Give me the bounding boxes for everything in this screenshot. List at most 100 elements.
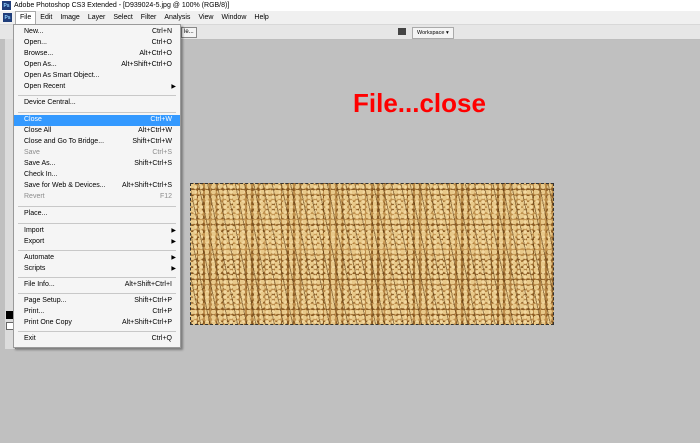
submenu-arrow-icon: ▶ [171,228,176,234]
menu-item-open-recent[interactable]: Open Recent ▶ [14,82,180,93]
menu-item-label: Import [24,227,44,234]
menu-item-label: File Info... [24,281,55,288]
menu-item-open-as[interactable]: Open As... Alt+Shift+Ctrl+O [14,60,180,71]
menu-item-shortcut: Alt+Ctrl+O [139,50,172,57]
menu-separator [18,95,176,96]
menu-item-shortcut: Shift+Ctrl+S [134,160,172,167]
menu-help[interactable]: Help [250,11,272,24]
menu-item-automate[interactable]: Automate ▶ [14,253,180,264]
photoshop-logo-icon: Ps [2,1,11,10]
menu-item-label: Device Central... [24,99,76,106]
menu-separator [18,293,176,294]
menu-item-label: Save [24,149,40,156]
menu-item-device-central[interactable]: Device Central... [14,98,180,109]
menu-item-shortcut: Ctrl+P [152,308,172,315]
menu-item-shortcut: Shift+Ctrl+P [134,297,172,304]
menu-item-revert[interactable]: Revert F12 [14,192,180,203]
menu-item-close-all[interactable]: Close All Alt+Ctrl+W [14,126,180,137]
menu-item-label: Print One Copy [24,319,72,326]
options-partial-button[interactable]: le... [181,27,197,38]
menu-item-open-as-smart-object[interactable]: Open As Smart Object... [14,71,180,82]
menu-item-label: Save for Web & Devices... [24,182,106,189]
menu-item-place[interactable]: Place... [14,209,180,220]
submenu-arrow-icon: ▶ [171,255,176,261]
menu-item-import[interactable]: Import ▶ [14,226,180,237]
workspace-button[interactable]: Workspace ▾ [412,27,454,39]
menu-item-file-info[interactable]: File Info... Alt+Shift+Ctrl+I [14,280,180,291]
menu-item-label: Open As Smart Object... [24,72,100,79]
menu-window[interactable]: Window [217,11,250,24]
menu-item-close-and-go-to-bridge[interactable]: Close and Go To Bridge... Shift+Ctrl+W [14,137,180,148]
menu-item-label: Check In... [24,171,58,178]
file-menu-dropdown: New... Ctrl+N Open... Ctrl+O Browse... Alt+… [13,24,181,348]
menu-view[interactable]: View [194,11,217,24]
menu-item-shortcut: Ctrl+W [150,116,172,123]
submenu-arrow-icon: ▶ [171,266,176,272]
menu-item-label: Open As... [24,61,57,68]
menu-item-shortcut: Alt+Shift+Ctrl+O [121,61,172,68]
menu-filter[interactable]: Filter [137,11,161,24]
menu-item-label: Open Recent [24,83,66,90]
menu-item-open[interactable]: Open... Ctrl+O [14,38,180,49]
menu-item-label: Exit [24,335,36,342]
workspace-icon [398,28,406,35]
menu-edit[interactable]: Edit [36,11,56,24]
menu-item-close[interactable]: Close Ctrl+W [14,115,180,126]
menu-item-print-one-copy[interactable]: Print One Copy Alt+Shift+Ctrl+P [14,318,180,329]
menu-item-save-for-web[interactable]: Save for Web & Devices... Alt+Shift+Ctrl+… [14,181,180,192]
menu-item-label: Close and Go To Bridge... [24,138,105,145]
menu-item-label: Scripts [24,265,46,272]
menu-item-label: Save As... [24,160,56,167]
menu-item-browse[interactable]: Browse... Alt+Ctrl+O [14,49,180,60]
menu-item-save[interactable]: Save Ctrl+S [14,148,180,159]
menu-item-label: Close All [24,127,52,134]
menu-item-label: Page Setup... [24,297,67,304]
menu-item-label: Automate [24,254,54,261]
document-image [190,183,554,325]
menu-item-page-setup[interactable]: Page Setup... Shift+Ctrl+P [14,296,180,307]
menu-item-label: Print... [24,308,45,315]
menu-item-shortcut: Alt+Ctrl+W [138,127,172,134]
menu-item-check-in[interactable]: Check In... [14,170,180,181]
menu-item-exit[interactable]: Exit Ctrl+Q [14,334,180,345]
menu-separator [18,277,176,278]
submenu-arrow-icon: ▶ [171,84,176,90]
menu-item-label: Browse... [24,50,54,57]
menu-separator [18,331,176,332]
menu-file[interactable]: File [15,11,37,24]
menu-item-shortcut: Ctrl+N [151,28,172,35]
menu-separator [18,206,176,207]
menu-select[interactable]: Select [109,11,136,24]
submenu-arrow-icon: ▶ [171,239,176,245]
menu-layer[interactable]: Layer [84,11,110,24]
menu-item-print[interactable]: Print... Ctrl+P [14,307,180,318]
menu-separator [18,223,176,224]
menu-analysis[interactable]: Analysis [160,11,194,24]
menu-item-shortcut: F12 [159,193,172,200]
menu-item-save-as[interactable]: Save As... Shift+Ctrl+S [14,159,180,170]
menu-item-label: Place... [24,210,48,217]
menu-separator [18,112,176,113]
menu-item-shortcut: Alt+Shift+Ctrl+I [124,281,172,288]
menu-item-label: Export [24,238,45,245]
photoshop-menu-logo-icon[interactable]: Ps [3,13,12,22]
menu-item-new[interactable]: New... Ctrl+N [14,27,180,38]
window-title: Adobe Photoshop CS3 Extended - [D939024-… [14,2,230,9]
menu-item-shortcut: Ctrl+O [151,39,172,46]
menu-item-shortcut: Ctrl+Q [151,335,172,342]
menu-item-shortcut: Alt+Shift+Ctrl+P [122,319,172,326]
tutorial-annotation: File...close [353,88,486,118]
menu-separator [18,250,176,251]
menu-bar: Ps File Edit Image Layer Select Filter A… [0,11,700,25]
menu-item-label: Revert [24,193,45,200]
menu-item-label: New... [24,28,44,35]
menu-item-shortcut: Ctrl+S [152,149,172,156]
menu-item-shortcut: Shift+Ctrl+W [132,138,172,145]
menu-image[interactable]: Image [56,11,83,24]
title-bar: Ps Adobe Photoshop CS3 Extended - [D9390… [0,0,700,11]
menu-item-scripts[interactable]: Scripts ▶ [14,264,180,275]
workspace-label: Workspace [417,30,445,36]
menu-item-label: Close [24,116,42,123]
menu-item-label: Open... [24,39,47,46]
menu-item-export[interactable]: Export ▶ [14,237,180,248]
